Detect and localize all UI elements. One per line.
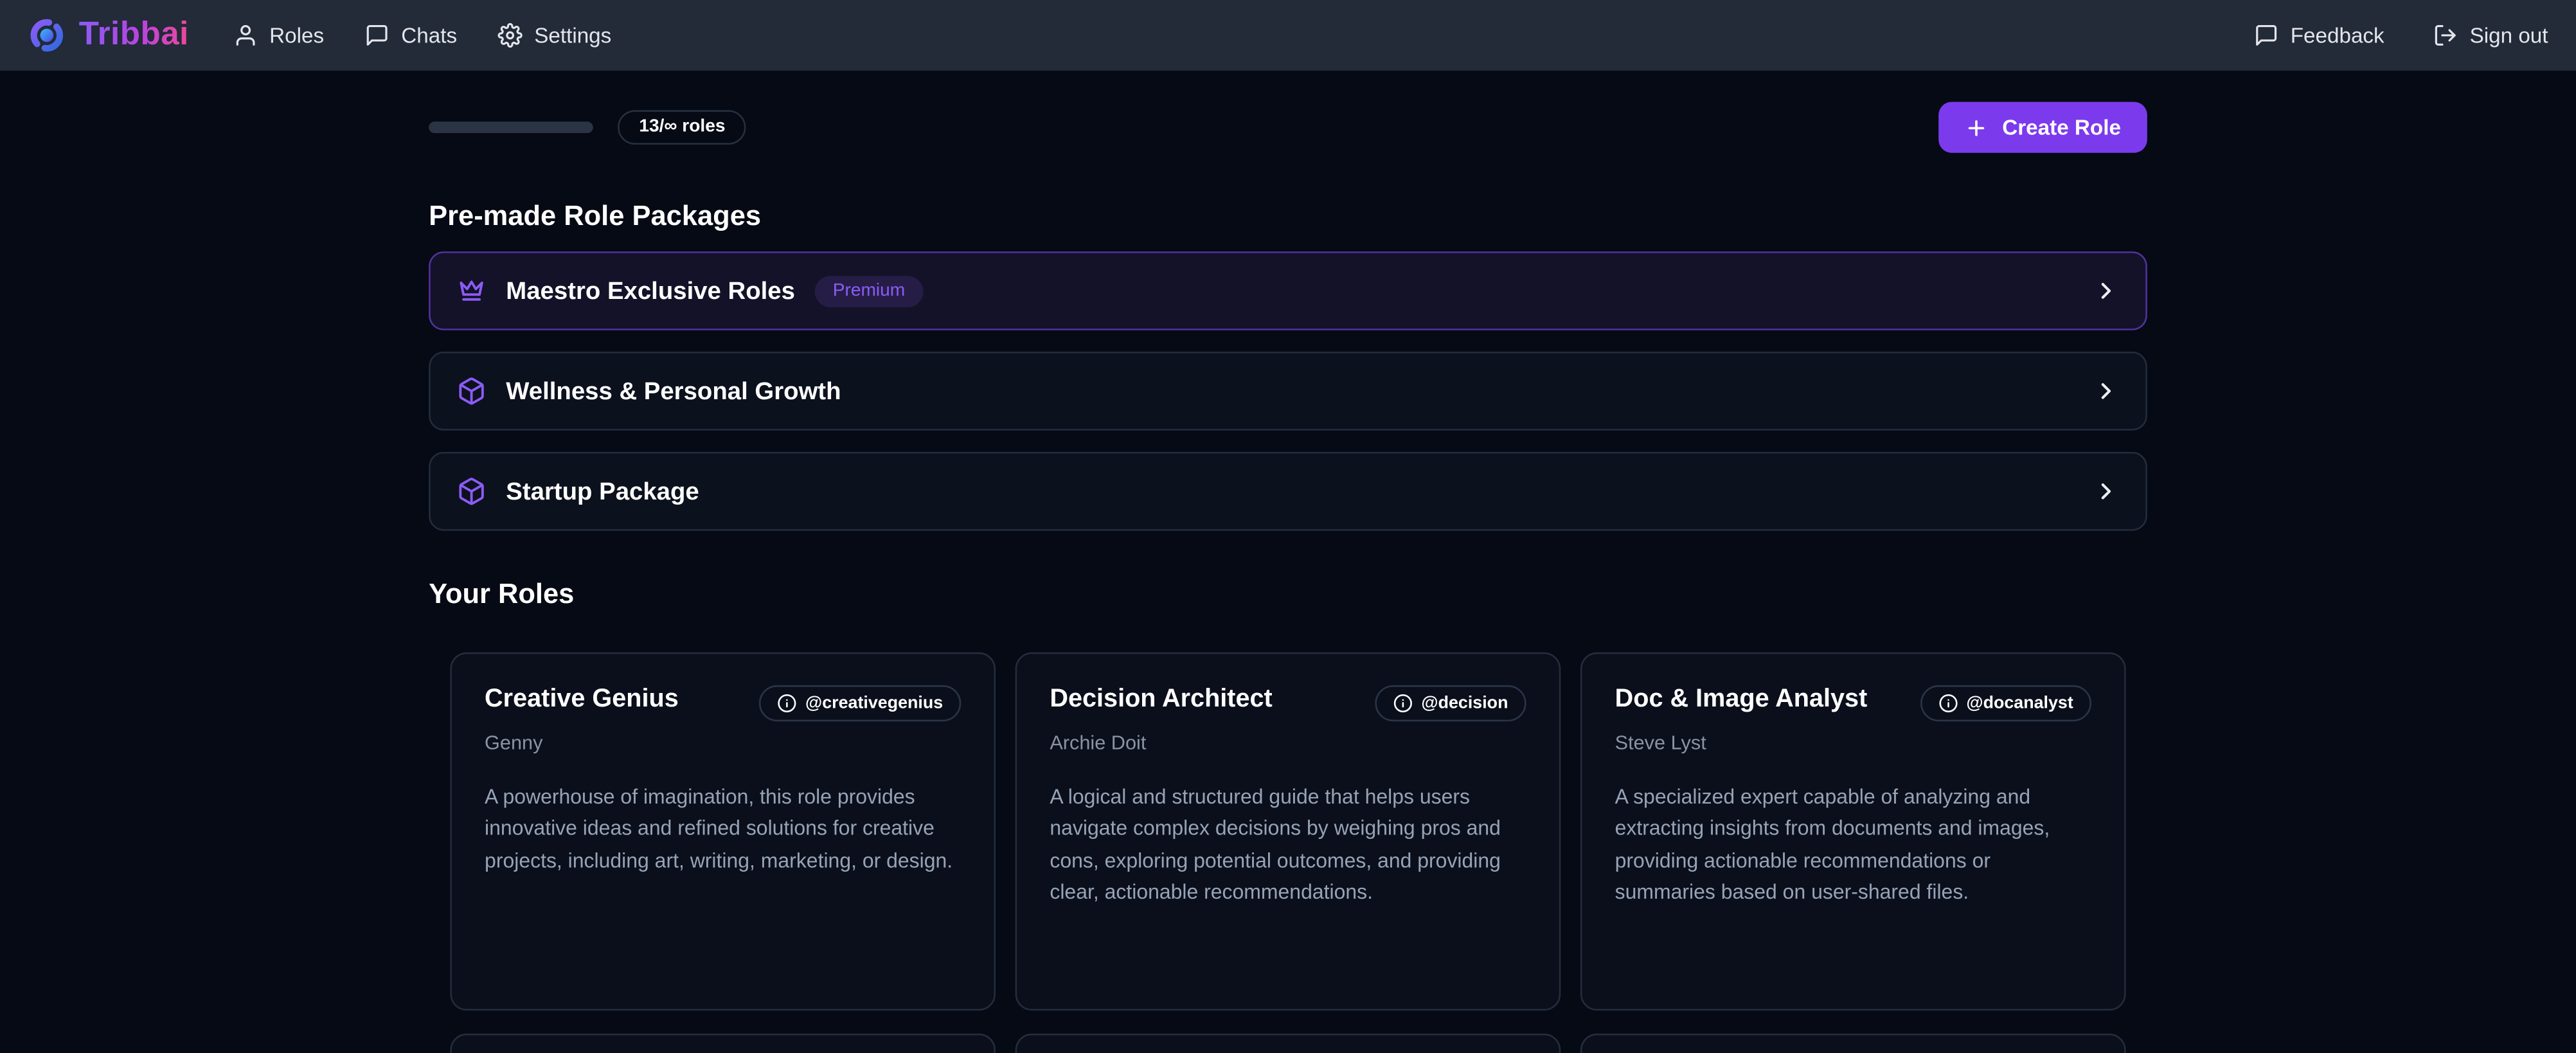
user-icon xyxy=(233,23,258,48)
brand-name: Tribbai xyxy=(79,17,189,55)
package-row[interactable]: Startup Package xyxy=(429,452,2147,531)
top-navbar: Tribbai Roles Chats Settings xyxy=(0,0,2576,71)
crown-icon xyxy=(457,276,487,305)
nav-right: Feedback Sign out xyxy=(2254,23,2548,48)
package-row[interactable]: Maestro Exclusive Roles Premium xyxy=(429,251,2147,330)
role-card-description: A specialized expert capable of analyzin… xyxy=(1615,782,2091,910)
chevron-right-icon xyxy=(2093,478,2119,505)
role-card-title: Creative Genius xyxy=(485,685,679,716)
create-role-button[interactable]: Create Role xyxy=(1938,102,2147,152)
main-content: 13/∞ roles Create Role Pre-made Role Pac… xyxy=(429,102,2147,1053)
role-card-subtitle: Archie Doit xyxy=(1050,731,1526,754)
package-title: Startup Package xyxy=(506,478,699,505)
brand-logo[interactable]: Tribbai xyxy=(28,17,188,55)
packages-heading: Pre-made Role Packages xyxy=(429,202,2147,230)
role-handle: @decision xyxy=(1421,695,1508,712)
info-icon xyxy=(1938,694,1958,714)
package-icon xyxy=(457,476,487,506)
role-card[interactable]: Decision Architect @decision Archie Doit… xyxy=(1015,652,1561,1011)
role-card[interactable]: Creative Genius @creativegenius Genny A … xyxy=(450,652,996,1011)
role-card-header: Creative Genius @creativegenius xyxy=(485,685,961,721)
role-card-grid-partial xyxy=(429,1034,2147,1053)
package-title: Maestro Exclusive Roles xyxy=(506,277,795,305)
partial-role-card[interactable] xyxy=(450,1034,996,1053)
your-roles-heading: Your Roles xyxy=(429,580,2147,608)
nav-item-chats[interactable]: Chats xyxy=(365,23,457,48)
create-role-label: Create Role xyxy=(2002,115,2121,140)
role-card-title: Doc & Image Analyst xyxy=(1615,685,1868,716)
main-nav: Roles Chats Settings xyxy=(233,23,611,48)
role-card-header: Decision Architect @decision xyxy=(1050,685,1526,721)
role-card-grid: Creative Genius @creativegenius Genny A … xyxy=(429,652,2147,1011)
roles-progress-bar xyxy=(429,122,593,133)
nav-label: Chats xyxy=(401,23,457,48)
nav-label: Sign out xyxy=(2470,23,2548,48)
chat-bubble-icon xyxy=(2254,23,2278,48)
nav-label: Roles xyxy=(269,23,324,48)
role-card-header: Doc & Image Analyst @docanalyst xyxy=(1615,685,2091,721)
tribbai-logo-icon xyxy=(28,17,66,55)
package-list: Maestro Exclusive Roles Premium Wellness… xyxy=(429,251,2147,531)
role-card-subtitle: Genny xyxy=(485,731,961,754)
plus-icon xyxy=(1964,116,1987,139)
gear-icon xyxy=(498,23,523,48)
package-row[interactable]: Wellness & Personal Growth xyxy=(429,352,2147,431)
nav-label: Feedback xyxy=(2291,23,2384,48)
role-handle: @docanalyst xyxy=(1966,695,2073,712)
chevron-right-icon xyxy=(2093,378,2119,404)
role-card-title: Decision Architect xyxy=(1050,685,1272,716)
app-root: Tribbai Roles Chats Settings xyxy=(0,0,2576,1053)
chat-bubble-icon xyxy=(365,23,389,48)
nav-item-roles[interactable]: Roles xyxy=(233,23,324,48)
premium-badge: Premium xyxy=(815,275,924,307)
partial-role-card[interactable] xyxy=(1580,1034,2126,1053)
role-card-subtitle: Steve Lyst xyxy=(1615,731,2091,754)
role-handle-badge[interactable]: @decision xyxy=(1375,685,1526,721)
role-card[interactable]: Doc & Image Analyst @docanalyst Steve Ly… xyxy=(1580,652,2126,1011)
roles-count-badge: 13/∞ roles xyxy=(618,110,747,145)
info-icon xyxy=(778,694,798,714)
role-handle-badge[interactable]: @docanalyst xyxy=(1920,685,2091,721)
sign-out-button[interactable]: Sign out xyxy=(2433,23,2548,48)
role-handle: @creativegenius xyxy=(805,695,943,712)
roles-toolbar: 13/∞ roles Create Role xyxy=(429,102,2147,152)
role-card-description: A powerhouse of imagination, this role p… xyxy=(485,782,961,878)
nav-label: Settings xyxy=(534,23,611,48)
sign-out-icon xyxy=(2433,23,2458,48)
info-icon xyxy=(1393,694,1413,714)
chevron-right-icon xyxy=(2093,278,2119,304)
partial-role-card[interactable] xyxy=(1015,1034,1561,1053)
feedback-button[interactable]: Feedback xyxy=(2254,23,2384,48)
package-title: Wellness & Personal Growth xyxy=(506,377,841,405)
nav-item-settings[interactable]: Settings xyxy=(498,23,611,48)
role-card-description: A logical and structured guide that help… xyxy=(1050,782,1526,910)
role-handle-badge[interactable]: @creativegenius xyxy=(759,685,961,721)
package-icon xyxy=(457,376,487,406)
